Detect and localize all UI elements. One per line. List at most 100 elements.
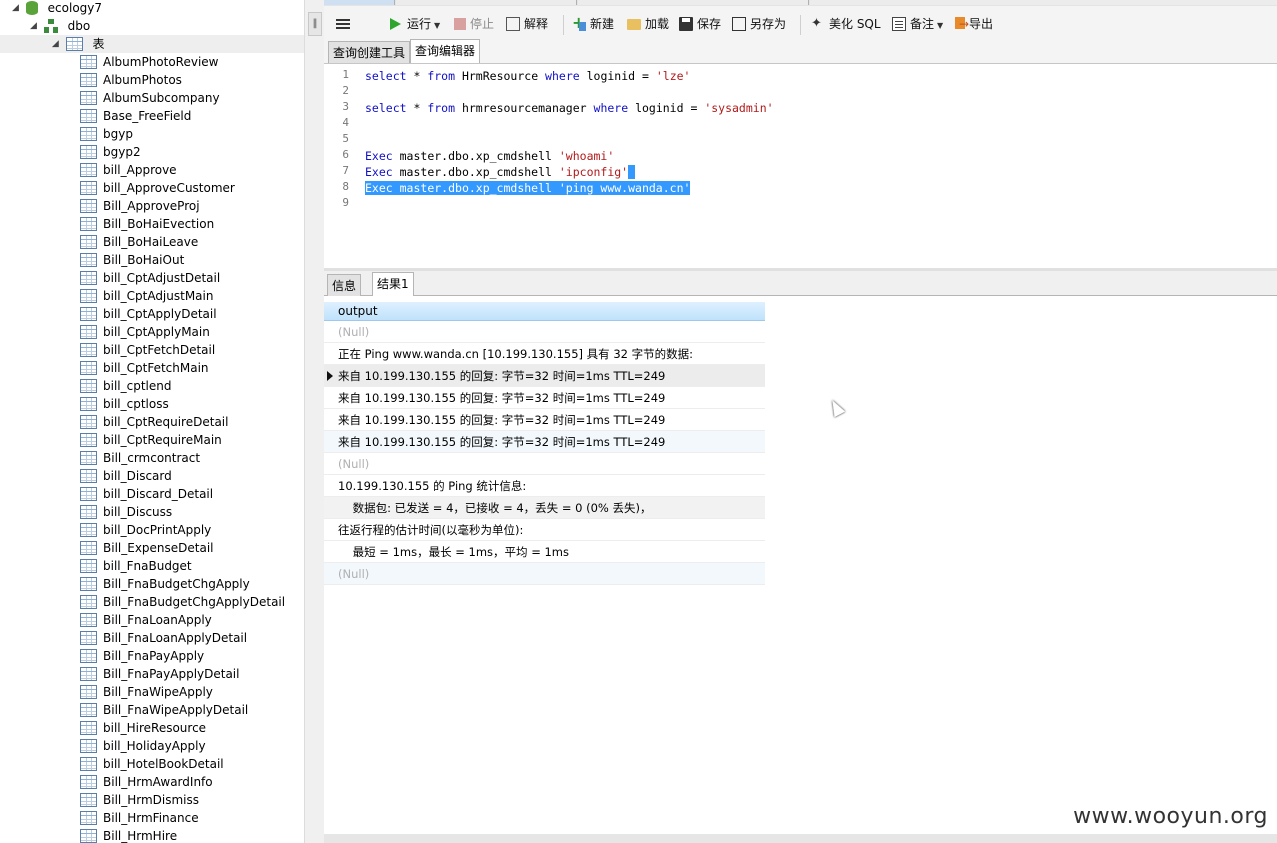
grid-cell[interactable]: 10.199.130.155 的 Ping 统计信息: [338,475,526,497]
tree-node-table[interactable]: Bill_ExpenseDetail [80,539,214,557]
tree-node-table[interactable]: Bill_HrmHire [80,827,177,843]
table-row[interactable]: 10.199.130.155 的 Ping 统计信息: [324,475,765,497]
tree-node-table[interactable]: AlbumPhotos [80,71,182,89]
tree-node-database[interactable]: ◢ ecology7 [12,0,102,17]
grid-cell[interactable]: (Null) [338,453,369,475]
tree-node-table[interactable]: Bill_BoHaiOut [80,251,184,269]
document-tab[interactable] [578,0,809,5]
tree-splitter[interactable]: ‖ [304,0,325,843]
tree-node-table[interactable]: bill_Discuss [80,503,172,521]
export-button[interactable]: 导出 [955,15,993,33]
table-row[interactable]: (Null) [324,321,765,343]
tree-node-table[interactable]: Bill_BoHaiLeave [80,233,198,251]
table-row[interactable]: 正在 Ping www.wanda.cn [10.199.130.155] 具有… [324,343,765,365]
grid-cell[interactable]: 来自 10.199.130.155 的回复: 字节=32 时间=1ms TTL=… [338,409,665,431]
stop-button[interactable]: 停止 [454,15,494,33]
table-row[interactable]: (Null) [324,453,765,475]
tree-node-table[interactable]: AlbumPhotoReview [80,53,219,71]
tree-node-table[interactable]: bill_CptApplyMain [80,323,210,341]
code-line-6[interactable]: Exec master.dbo.xp_cmdshell 'whoami' [365,148,614,164]
tree-node-table[interactable]: AlbumSubcompany [80,89,220,107]
tree-node-table[interactable]: bill_HotelBookDetail [80,755,224,773]
tab-result-1[interactable]: 结果1 [372,272,414,296]
table-row[interactable]: 来自 10.199.130.155 的回复: 字节=32 时间=1ms TTL=… [324,387,765,409]
grid-cell[interactable]: (Null) [338,563,369,585]
grid-cell[interactable]: 正在 Ping www.wanda.cn [10.199.130.155] 具有… [338,343,693,365]
grid-cell[interactable]: 来自 10.199.130.155 的回复: 字节=32 时间=1ms TTL=… [338,365,665,387]
tree-node-table[interactable]: bill_Discard_Detail [80,485,213,503]
object-tree[interactable]: ◢ ecology7 ◢ dbo ◢ 表 AlbumPhotoReview Alb… [0,0,304,843]
beautify-sql-button[interactable]: 美化 SQL [811,15,881,33]
save-as-button[interactable]: 另存为 [732,15,786,33]
table-row[interactable]: 最短 = 1ms，最长 = 1ms，平均 = 1ms [324,541,765,563]
save-button[interactable]: 保存 [679,15,721,33]
tab-query-editor[interactable]: 查询编辑器 [410,39,481,63]
document-tab[interactable] [324,0,395,5]
grid-cell[interactable]: 最短 = 1ms，最长 = 1ms，平均 = 1ms [338,541,569,563]
tree-node-table[interactable]: bill_CptApplyDetail [80,305,217,323]
column-header-output[interactable]: output [324,302,765,321]
table-row[interactable]: 来自 10.199.130.155 的回复: 字节=32 时间=1ms TTL=… [324,365,765,387]
tree-node-table[interactable]: Bill_FnaLoanApplyDetail [80,629,247,647]
grid-cell[interactable]: 来自 10.199.130.155 的回复: 字节=32 时间=1ms TTL=… [338,387,665,409]
code-line-8[interactable]: Exec master.dbo.xp_cmdshell 'ping www.wa… [365,180,691,196]
tree-node-table[interactable]: bill_CptFetchDetail [80,341,215,359]
document-tabs-strip[interactable] [324,0,1277,6]
tree-node-table[interactable]: Bill_FnaBudgetChgApply [80,575,250,593]
table-row[interactable]: 数据包: 已发送 = 4，已接收 = 4，丢失 = 0 (0% 丢失)， [324,497,765,519]
collapse-panel-icon[interactable]: ‖ [308,12,322,36]
tree-node-table[interactable]: bill_CptAdjustMain [80,287,213,305]
collapse-icon[interactable]: ◢ [30,17,40,35]
document-tab[interactable] [810,0,1277,5]
dropdown-caret-icon[interactable]: ▼ [937,21,943,30]
tree-node-table[interactable]: bgyp [80,125,133,143]
explain-button[interactable]: 解释 [506,15,548,33]
tree-node-table[interactable]: bgyp2 [80,143,141,161]
grid-cell[interactable]: 数据包: 已发送 = 4，已接收 = 4，丢失 = 0 (0% 丢失)， [338,497,652,519]
tree-node-tables-folder[interactable]: ◢ 表 [0,35,304,53]
tree-node-table[interactable]: Bill_HrmAwardInfo [80,773,213,791]
grid-cell[interactable]: 来自 10.199.130.155 的回复: 字节=32 时间=1ms TTL=… [338,431,665,453]
collapse-icon[interactable]: ◢ [52,35,62,53]
tree-node-table[interactable]: Bill_FnaLoanApply [80,611,212,629]
tree-node-schema[interactable]: ◢ dbo [30,17,90,35]
tree-node-table[interactable]: Base_FreeField [80,107,191,125]
table-row[interactable]: (Null) [324,563,765,585]
run-button[interactable]: 运行 ▼ [390,15,440,33]
code-line-1[interactable]: select * from HrmResource where loginid … [365,68,690,84]
note-button[interactable]: 备注 ▼ [892,15,943,33]
tree-node-table[interactable]: bill_CptAdjustDetail [80,269,220,287]
tree-node-table[interactable]: bill_DocPrintApply [80,521,211,539]
tree-node-table[interactable]: Bill_FnaBudgetChgApplyDetail [80,593,285,611]
tree-node-table[interactable]: bill_CptRequireMain [80,431,222,449]
tree-node-table[interactable]: bill_FnaBudget [80,557,192,575]
table-row[interactable]: 来自 10.199.130.155 的回复: 字节=32 时间=1ms TTL=… [324,431,765,453]
grid-cell[interactable]: 往返行程的估计时间(以毫秒为单位): [338,519,523,541]
tree-node-table[interactable]: Bill_FnaPayApply [80,647,204,665]
sql-editor[interactable]: 1 2 3 4 5 6 7 8 9 select * from HrmResource wher… [324,63,1277,268]
tree-node-table[interactable]: Bill_FnaWipeApplyDetail [80,701,248,719]
document-tab[interactable] [396,0,577,5]
table-row[interactable]: 来自 10.199.130.155 的回复: 字节=32 时间=1ms TTL=… [324,409,765,431]
tree-node-table[interactable]: Bill_BoHaiEvection [80,215,214,233]
code-line-3[interactable]: select * from hrmresourcemanager where l… [365,100,774,116]
tree-node-table[interactable]: bill_HireResource [80,719,206,737]
collapse-icon[interactable]: ◢ [12,0,22,17]
menu-button[interactable] [336,15,354,33]
table-row[interactable]: 往返行程的估计时间(以毫秒为单位): [324,519,765,541]
tree-node-table[interactable]: Bill_FnaPayApplyDetail [80,665,239,683]
tree-node-table[interactable]: Bill_ApproveProj [80,197,200,215]
tree-node-table[interactable]: bill_Discard [80,467,172,485]
code-line-7[interactable]: Exec master.dbo.xp_cmdshell 'ipconfig'​ [365,164,636,180]
tree-node-table[interactable]: bill_cptloss [80,395,169,413]
tree-node-table[interactable]: bill_CptRequireDetail [80,413,228,431]
tree-node-table[interactable]: bill_CptFetchMain [80,359,209,377]
tree-node-table[interactable]: bill_ApproveCustomer [80,179,235,197]
tree-node-table[interactable]: Bill_HrmDismiss [80,791,199,809]
tree-node-table[interactable]: bill_HolidayApply [80,737,206,755]
result-grid-area[interactable]: output (Null) 正在 Ping www.wanda.cn [10.19… [324,296,1277,834]
load-button[interactable]: 加载 [627,15,669,33]
tree-node-table[interactable]: bill_cptlend [80,377,171,395]
tree-node-table[interactable]: bill_Approve [80,161,177,179]
tree-node-table[interactable]: Bill_HrmFinance [80,809,199,827]
